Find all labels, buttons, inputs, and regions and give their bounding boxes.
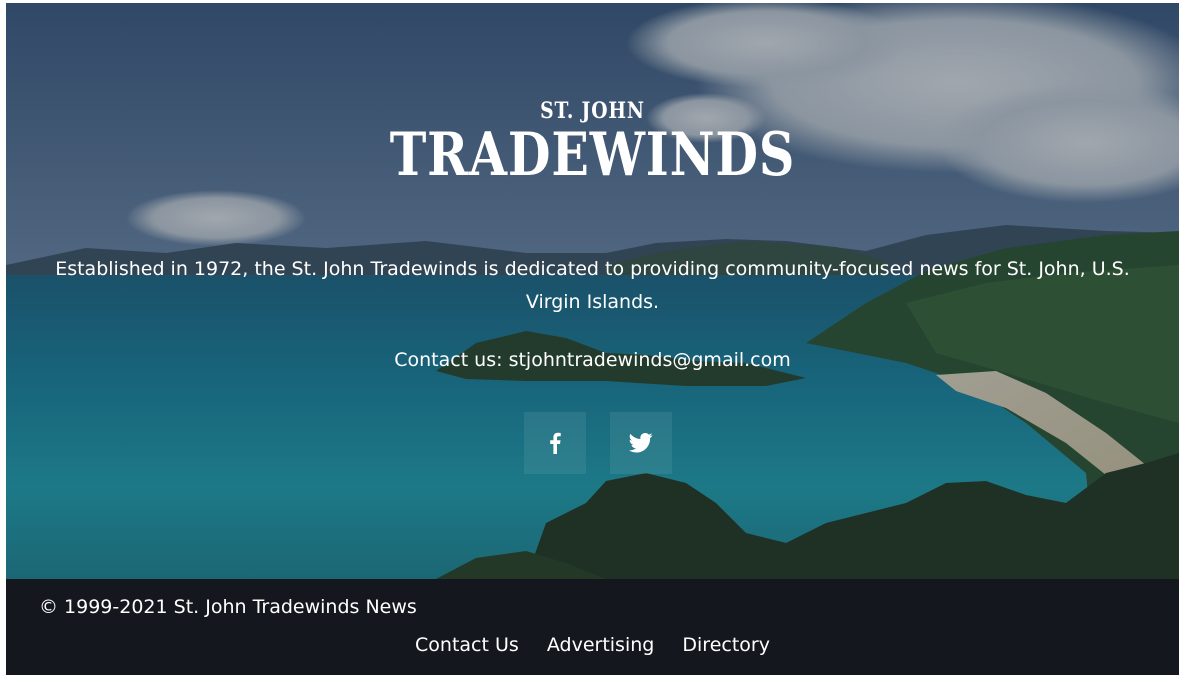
page-frame: ST. JOHN TRADEWINDS Established in 1972,…: [6, 3, 1179, 675]
footer-link-contact-us[interactable]: Contact Us: [415, 634, 519, 656]
footer-link-advertising[interactable]: Advertising: [547, 634, 654, 656]
contact-line: Contact us: stjohntradewinds@gmail.com: [6, 347, 1179, 373]
site-tagline: Established in 1972, the St. John Tradew…: [55, 258, 1130, 313]
social-links: [524, 412, 672, 474]
site-footer: © 1999-2021 St. John Tradewinds News Con…: [6, 579, 1179, 675]
contact-prefix: Contact us:: [394, 349, 509, 371]
twitter-button[interactable]: [610, 412, 672, 474]
footer-nav: Contact Us Advertising Directory: [6, 633, 1179, 657]
site-logo[interactable]: ST. JOHN TRADEWINDS: [6, 98, 1179, 186]
twitter-icon: [629, 433, 653, 453]
hero-section: ST. JOHN TRADEWINDS Established in 1972,…: [6, 3, 1179, 579]
footer-link-directory[interactable]: Directory: [682, 634, 770, 656]
facebook-icon: [550, 432, 561, 454]
logo-main-text: TRADEWINDS: [389, 120, 796, 190]
contact-email-link[interactable]: stjohntradewinds@gmail.com: [509, 349, 791, 371]
copyright-text: © 1999-2021 St. John Tradewinds News: [39, 596, 417, 618]
facebook-button[interactable]: [524, 412, 586, 474]
